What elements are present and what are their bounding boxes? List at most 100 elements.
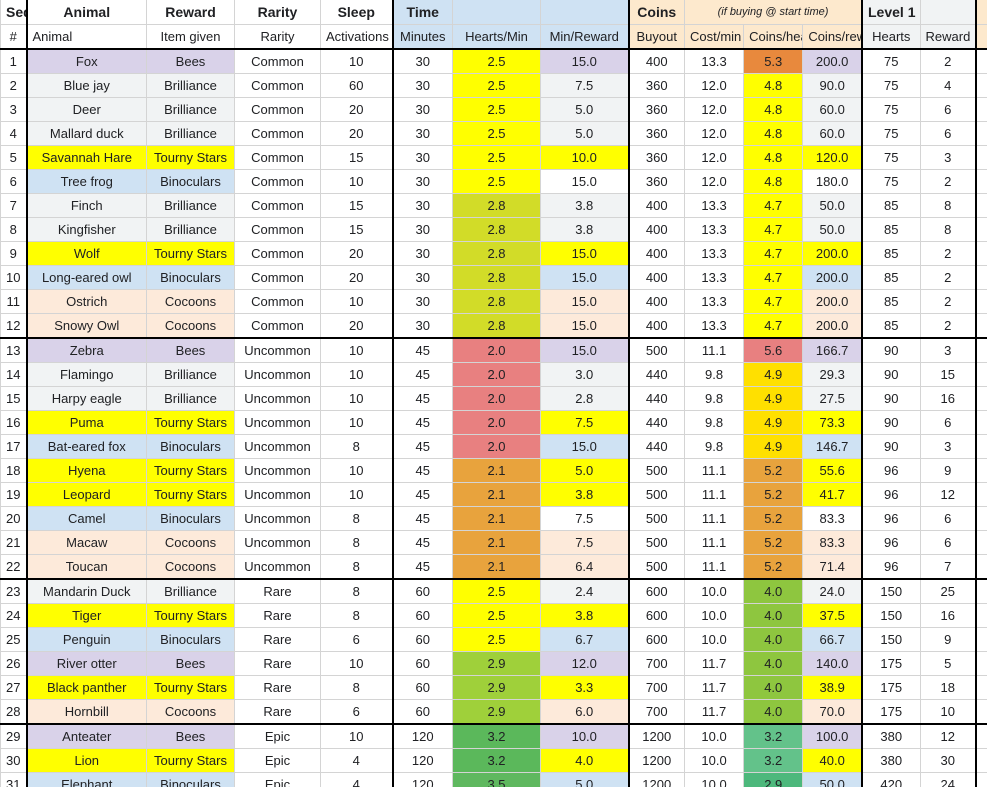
cell-hearts-per-min[interactable]: 2.8: [452, 313, 541, 339]
cell-hearts[interactable]: 85: [861, 313, 921, 339]
cell-reward-level1[interactable]: 6: [919, 121, 977, 146]
cell-reward-level1[interactable]: 2: [919, 241, 977, 266]
cell-reward-item[interactable]: Tourny Stars: [146, 603, 235, 628]
cell-minutes[interactable]: 60: [391, 603, 453, 628]
cell-coins-per-heart[interactable]: 4.0: [743, 675, 804, 700]
cell-rarity[interactable]: Rare: [234, 578, 321, 604]
cell-seq[interactable]: 13: [0, 337, 27, 363]
table-row[interactable]: 20 Camel Binoculars Uncommon 8 45 2.1 7.5 500 11.…: [0, 506, 987, 531]
cell-coins-per-heart[interactable]: 4.7: [743, 265, 804, 290]
table-row[interactable]: 1 Fox Bees Common 10 30 2.5 15.0 400 13.3 5.3 200.0…: [0, 48, 987, 74]
table-row[interactable]: 23 Mandarin Duck Brilliance Rare 8 60 2.5 2.4 60…: [0, 578, 987, 604]
table-row[interactable]: 14 Flamingo Brilliance Uncommon 10 45 2.0 3.0 44…: [0, 362, 987, 387]
cell-coins-per-reward[interactable]: 38.9: [802, 675, 863, 700]
cell-coins-per-reward[interactable]: 83.3: [802, 506, 863, 531]
col-header-buyout[interactable]: Buyout: [627, 24, 685, 50]
cell-buyout[interactable]: 700: [627, 699, 685, 725]
cell-animal[interactable]: Wolf: [25, 241, 147, 266]
cell-reward-item[interactable]: Cocoons: [146, 313, 235, 339]
cell-minutes[interactable]: 120: [391, 772, 453, 787]
cell-cost-per-min[interactable]: 13.3: [683, 313, 745, 339]
cell-minutes[interactable]: 45: [391, 554, 453, 580]
cell-buyout[interactable]: 440: [627, 386, 685, 411]
cell-seq[interactable]: 25: [0, 627, 27, 652]
cell-coins-per-heart[interactable]: 5.2: [743, 530, 804, 555]
cell-sleep-activations[interactable]: 4: [320, 772, 393, 787]
cell-coins-per-heart[interactable]: 5.2: [743, 506, 804, 531]
cell-coins-per-heart[interactable]: 4.9: [743, 386, 804, 411]
cell-min-per-reward[interactable]: 15.0: [540, 48, 629, 74]
cell-minutes[interactable]: 120: [391, 723, 453, 749]
col-header-rarity[interactable]: Rarity: [234, 24, 321, 50]
cell-min-per-reward[interactable]: 3.8: [540, 193, 629, 218]
cell-minutes[interactable]: 30: [391, 313, 453, 339]
cell-hearts[interactable]: 420: [861, 772, 921, 787]
cell-seq[interactable]: 3: [0, 97, 27, 122]
cell-cost-per-min[interactable]: 11.7: [683, 675, 745, 700]
cell-buyout[interactable]: 600: [627, 578, 685, 604]
table-row[interactable]: 21 Macaw Cocoons Uncommon 8 45 2.1 7.5 500 11.1 5.…: [0, 530, 987, 555]
cell-reward-level1[interactable]: 12: [919, 482, 977, 507]
cell-seq[interactable]: 12: [0, 313, 27, 339]
cell-reward-item[interactable]: Brilliance: [146, 73, 235, 98]
cell-sleep-activations[interactable]: 10: [320, 482, 393, 507]
cell-cost-per-min[interactable]: 11.1: [683, 458, 745, 483]
cell-hearts[interactable]: 85: [861, 217, 921, 242]
cell-coins-per-reward[interactable]: 140.0: [802, 651, 863, 676]
cell-coins-per-heart[interactable]: 4.7: [743, 241, 804, 266]
col-header-reward-level1[interactable]: Reward: [919, 24, 977, 50]
cell-seq[interactable]: 27: [0, 675, 27, 700]
cell-buyout[interactable]: 360: [627, 169, 685, 194]
cell-reward-level1[interactable]: 2: [919, 265, 977, 290]
cell-rarity[interactable]: Common: [234, 289, 321, 314]
cell-hearts[interactable]: 85: [861, 193, 921, 218]
cell-rarity[interactable]: Rare: [234, 675, 321, 700]
cell-buyout[interactable]: 400: [627, 48, 685, 74]
cell-reward-level1[interactable]: 6: [919, 97, 977, 122]
table-row[interactable]: 29 Anteater Bees Epic 10 120 3.2 10.0 1200 10.0 3.…: [0, 723, 987, 749]
col-header-minutes[interactable]: Minutes: [391, 24, 453, 50]
cell-minutes[interactable]: 30: [391, 121, 453, 146]
cell-coins-per-heart[interactable]: 4.7: [743, 313, 804, 339]
cell-sleep-activations[interactable]: 8: [320, 578, 393, 604]
cell-buyout[interactable]: 440: [627, 362, 685, 387]
cell-hearts-per-min[interactable]: 2.8: [452, 217, 541, 242]
cell-coins-per-reward[interactable]: 60.0: [802, 121, 863, 146]
cell-rarity[interactable]: Uncommon: [234, 434, 321, 459]
cell-rarity[interactable]: Common: [234, 97, 321, 122]
cell-hearts-per-min[interactable]: 2.5: [452, 121, 541, 146]
cell-rarity[interactable]: Common: [234, 73, 321, 98]
cell-animal[interactable]: Toucan: [25, 554, 147, 580]
cell-reward-item[interactable]: Binoculars: [146, 169, 235, 194]
col-header-coins-per-reward[interactable]: Coins/reward: [802, 24, 863, 50]
cell-coins-per-reward[interactable]: 66.7: [802, 627, 863, 652]
cell-buyout[interactable]: 1200: [627, 723, 685, 749]
cell-minutes[interactable]: 30: [391, 193, 453, 218]
cell-minutes[interactable]: 30: [391, 169, 453, 194]
cell-animal[interactable]: Elephant: [25, 772, 147, 787]
cell-coins-per-heart[interactable]: 3.2: [743, 748, 804, 773]
cell-min-per-reward[interactable]: 3.8: [540, 482, 629, 507]
cell-coins-per-reward[interactable]: 41.7: [802, 482, 863, 507]
cell-hearts-per-min[interactable]: 2.8: [452, 241, 541, 266]
cell-seq[interactable]: 31: [0, 772, 27, 787]
cell-cost-per-min[interactable]: 12.0: [683, 73, 745, 98]
cell-hearts-per-min[interactable]: 2.0: [452, 434, 541, 459]
cell-sleep-activations[interactable]: 15: [320, 145, 393, 170]
cell-minutes[interactable]: 30: [391, 265, 453, 290]
cell-min-per-reward[interactable]: 3.8: [540, 217, 629, 242]
table-row[interactable]: 2 Blue jay Brilliance Common 60 30 2.5 7.5 360 12…: [0, 73, 987, 98]
cell-minutes[interactable]: 60: [391, 578, 453, 604]
cell-hearts-per-min[interactable]: 2.1: [452, 482, 541, 507]
cell-rarity[interactable]: Epic: [234, 723, 321, 749]
cell-hearts-per-min[interactable]: 2.5: [452, 603, 541, 628]
cell-min-per-reward[interactable]: 6.0: [540, 699, 629, 725]
cell-coins-per-heart[interactable]: 4.0: [743, 578, 804, 604]
cell-reward-level1[interactable]: 2: [919, 169, 977, 194]
cell-sleep-activations[interactable]: 8: [320, 434, 393, 459]
cell-minutes[interactable]: 45: [391, 434, 453, 459]
cell-hearts-per-min[interactable]: 2.5: [452, 578, 541, 604]
cell-hearts-per-min[interactable]: 2.8: [452, 193, 541, 218]
cell-reward-level1[interactable]: 3: [919, 337, 977, 363]
cell-min-per-reward[interactable]: 2.4: [540, 578, 629, 604]
